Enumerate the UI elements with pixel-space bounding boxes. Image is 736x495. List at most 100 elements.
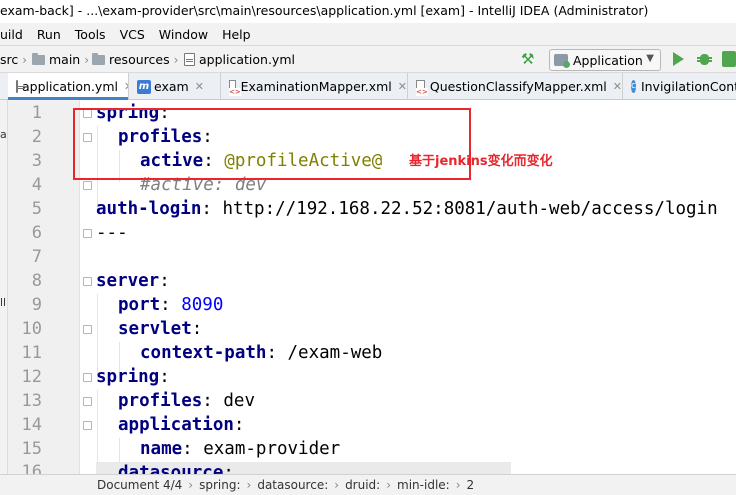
yaml-key: server	[96, 271, 160, 291]
run-configuration-select[interactable]: Application ▼	[549, 49, 661, 71]
folder-icon	[32, 52, 45, 65]
yaml-key: servlet	[118, 319, 192, 339]
yaml-key: name	[140, 439, 183, 459]
line-number: 13	[21, 391, 42, 411]
line-number: 6	[31, 223, 42, 243]
annotation-note: 基于jenkins变化而变化	[409, 154, 553, 169]
fold-toggle-icon[interactable]	[83, 181, 92, 190]
crumb-main[interactable]: main ›	[32, 52, 89, 67]
code-line-16: datasource:	[118, 461, 234, 474]
line-number: 2	[31, 127, 42, 147]
xml-file-icon	[229, 80, 241, 96]
tab-invigilation-controller[interactable]: c InvigilationCont	[623, 73, 736, 100]
tab-examination-mapper[interactable]: ExaminationMapper.xml ✕	[221, 73, 408, 100]
tab-label: InvigilationCont	[640, 79, 736, 94]
code-line-6: ---	[96, 223, 128, 243]
tab-label: exam	[154, 79, 189, 94]
line-number: 10	[21, 319, 42, 339]
breadcrumb-min-idle[interactable]: min-idle:	[397, 478, 450, 492]
title-bar: exam-back] - ...\exam-provider\src\main\…	[0, 0, 736, 23]
run-config-label: Application	[573, 52, 643, 68]
run-icon[interactable]	[673, 52, 684, 66]
code-line-8: server:	[96, 271, 170, 291]
yaml-key: datasource	[118, 463, 224, 474]
menu-bar: uild Run Tools VCS Window Help	[0, 23, 736, 45]
crumb-resources[interactable]: resources ›	[92, 52, 178, 67]
fold-toggle-icon[interactable]	[83, 373, 92, 382]
debug-icon[interactable]	[697, 51, 712, 66]
line-number: 5	[31, 199, 42, 219]
menu-build[interactable]: uild	[0, 27, 23, 42]
yaml-key: spring	[96, 367, 160, 387]
crumb-src[interactable]: src ›	[0, 52, 27, 67]
close-icon[interactable]: ✕	[398, 80, 407, 93]
yaml-key: profiles	[118, 391, 203, 411]
yaml-value: http://192.168.22.52:8081/auth-web/acces…	[222, 199, 718, 219]
menu-tools[interactable]: Tools	[75, 27, 106, 42]
chevron-down-icon: ▼	[646, 53, 654, 64]
code-line-9: port: 8090	[118, 295, 224, 315]
fold-toggle-icon[interactable]	[83, 277, 92, 286]
build-hammer-icon[interactable]: ⚒	[521, 50, 539, 68]
chevron-right-icon: ›	[173, 52, 179, 67]
fold-toggle-icon[interactable]	[83, 421, 92, 430]
close-icon[interactable]: ✕	[195, 80, 204, 93]
tab-label: QuestionClassifyMapper.xml	[429, 79, 607, 94]
class-icon: c	[631, 80, 636, 93]
yml-file-icon	[184, 53, 195, 66]
breadcrumb-document[interactable]: Document 4/4	[97, 478, 182, 492]
window-title: exam-back] - ...\exam-provider\src\main\…	[0, 3, 649, 18]
tool-strip-label[interactable]: ll	[0, 296, 6, 309]
yaml-key: context-path	[140, 343, 267, 363]
chevron-right-icon: ›	[22, 52, 28, 67]
folder-icon	[92, 52, 105, 65]
line-number: 4	[31, 175, 42, 195]
line-number: 14	[21, 415, 42, 435]
menu-window[interactable]: Window	[159, 27, 208, 42]
menu-help[interactable]: Help	[222, 27, 251, 42]
chevron-right-icon: ›	[188, 478, 194, 492]
breadcrumb-datasource[interactable]: datasource:	[257, 478, 328, 492]
yaml-value: 8090	[181, 295, 224, 315]
yaml-key: port	[118, 295, 161, 315]
line-number: 15	[21, 439, 42, 459]
yaml-value: dev	[223, 391, 255, 411]
run-with-coverage-icon[interactable]	[722, 51, 736, 67]
tool-strip-label[interactable]: a	[0, 128, 7, 141]
fold-toggle-icon[interactable]	[83, 325, 92, 334]
tab-label: ExaminationMapper.xml	[240, 79, 392, 94]
code-line-5: auth-login: http://192.168.22.52:8081/au…	[96, 199, 718, 219]
menu-vcs[interactable]: VCS	[120, 27, 145, 42]
editor-tab-bar: application.yml ✕ m exam ✕ ExaminationMa…	[0, 73, 736, 100]
tab-application-yml[interactable]: application.yml ✕	[8, 73, 129, 100]
breadcrumb-spring[interactable]: spring:	[199, 478, 240, 492]
breadcrumb-druid[interactable]: druid:	[345, 478, 380, 492]
chevron-right-icon: ›	[246, 478, 252, 492]
line-number: 7	[31, 247, 42, 267]
application-config-icon	[554, 54, 570, 68]
line-number: 3	[31, 151, 42, 171]
maven-icon: m	[137, 79, 151, 94]
crumb-main-label: main	[49, 52, 81, 67]
crumb-src-label: src	[0, 52, 19, 67]
code-line-14: application:	[118, 415, 245, 435]
yaml-value: exam-provider	[203, 439, 341, 459]
yaml-path-breadcrumb: Document 4/4 › spring: › datasource: › d…	[0, 474, 736, 495]
close-icon[interactable]: ✕	[613, 80, 622, 93]
breadcrumb-value[interactable]: 2	[467, 478, 475, 492]
line-number: 1	[31, 103, 42, 123]
tab-exam[interactable]: m exam ✕	[129, 73, 221, 100]
xml-file-icon	[416, 80, 428, 96]
chevron-right-icon: ›	[455, 478, 461, 492]
fold-toggle-icon[interactable]	[83, 397, 92, 406]
crumb-application-yml[interactable]: application.yml	[184, 52, 295, 67]
code-line-12: spring:	[96, 367, 170, 387]
menu-run[interactable]: Run	[37, 27, 61, 42]
crumb-file-label: application.yml	[199, 52, 295, 67]
line-number: 8	[31, 271, 42, 291]
code-line-13: profiles: dev	[118, 391, 255, 411]
tab-question-classify-mapper[interactable]: QuestionClassifyMapper.xml ✕	[408, 73, 623, 100]
fold-toggle-icon[interactable]	[83, 229, 92, 238]
annotation-highlight-box	[73, 108, 471, 180]
line-number: 16	[21, 462, 42, 474]
